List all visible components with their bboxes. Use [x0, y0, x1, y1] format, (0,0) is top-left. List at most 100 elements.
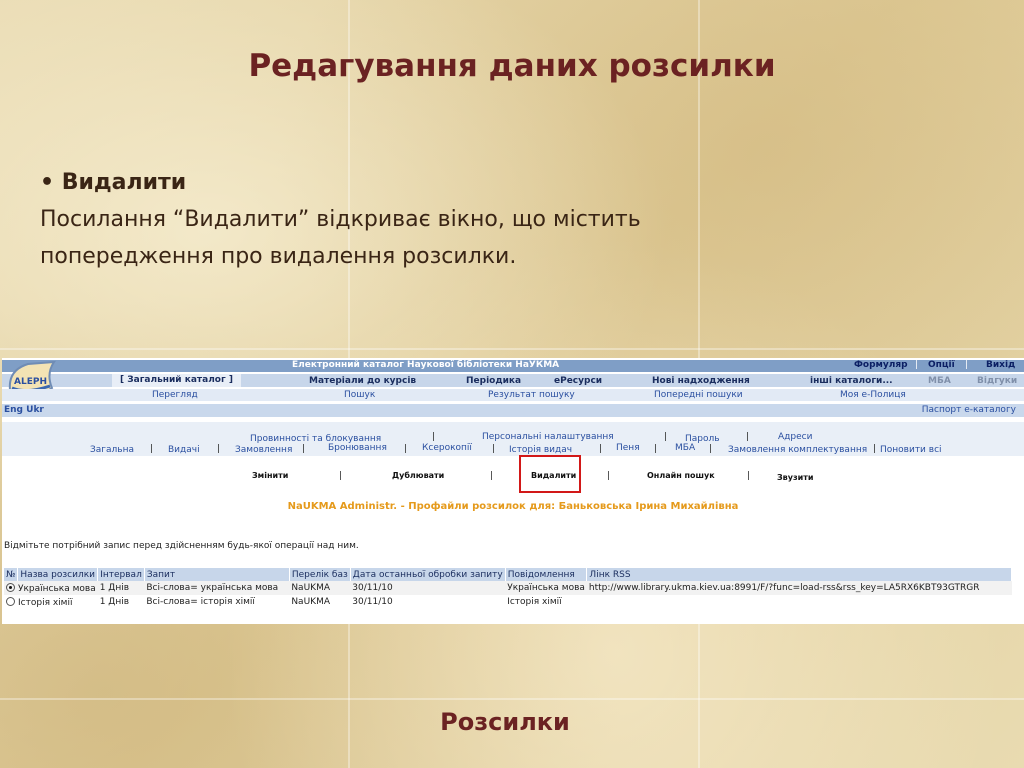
separator: | [432, 432, 436, 442]
row-radio-selected[interactable] [6, 583, 15, 592]
cell-interval: 1 Днів [97, 581, 145, 595]
col-header-name: Назва розсилки [17, 568, 99, 581]
tab-periodicals[interactable]: Періодика [466, 376, 521, 386]
sub-link-search[interactable]: Пошук [344, 390, 375, 400]
footer-title: Розсилки [440, 708, 570, 736]
menu-link-acquisition-orders[interactable]: Замовлення комплектування [728, 445, 867, 455]
tile-seam [0, 698, 1024, 700]
language-switch[interactable]: Eng Ukr [4, 405, 44, 415]
cell-message: Історія хімії [505, 595, 587, 609]
sub-link-browse[interactable]: Перегляд [152, 390, 198, 400]
row-radio[interactable] [6, 597, 15, 606]
tab-general-catalog[interactable]: [ Загальний каталог ] [112, 374, 241, 387]
edit-button[interactable]: Змінити [252, 471, 288, 480]
cell-query: Всі-слова= історія хімії [144, 595, 290, 609]
separator: | [217, 444, 221, 454]
cell-date: 30/11/10 [350, 581, 506, 595]
bullet-block: • Видалити Посилання “Видалити” відкрива… [40, 170, 940, 275]
menu-link-fines[interactable]: Пеня [616, 443, 640, 453]
menu-link-general[interactable]: Загальна [90, 445, 134, 455]
catalog-screenshot: Електронний каталог Наукової бібліотеки … [2, 358, 1024, 624]
separator: | [490, 471, 494, 481]
menu-link-loans[interactable]: Видачі [168, 445, 200, 455]
cell-name: Історія хімії [18, 598, 73, 608]
online-search-button[interactable]: Онлайн пошук [647, 471, 715, 480]
cell-date: 30/11/10 [350, 595, 506, 609]
separator: | [302, 444, 306, 454]
col-header-message: Повідомлення [505, 568, 588, 581]
cell-rss-link[interactable]: http://www.library.ukma.kiev.ua:8991/F/?… [586, 581, 1012, 595]
table-row[interactable]: Історія хімії 1 Днів Всі-слова= історія … [4, 595, 1012, 609]
menu-link-reservations[interactable]: Бронювання [328, 443, 387, 453]
menu-link-loan-history[interactable]: Історія видач [509, 445, 572, 455]
tab-feedback[interactable]: Відгуки [977, 376, 1017, 386]
separator: | [873, 444, 877, 454]
separator: | [965, 360, 969, 370]
separator: | [664, 432, 668, 442]
tile-seam [0, 348, 1024, 350]
col-header-interval: Інтервал [97, 568, 145, 581]
menu-link-addresses[interactable]: Адреси [778, 432, 812, 442]
bullet-text-line: попередження про видалення розсилки. [40, 244, 517, 269]
cell-interval: 1 Днів [97, 595, 145, 609]
bullet-marker: • [40, 170, 55, 195]
sub-nav-bar: Перегляд Пошук Результат пошуку Попередн… [2, 389, 1024, 401]
top-link-options[interactable]: Опції [928, 360, 955, 370]
instruction-text: Відмітьте потрібний запис перед здійснен… [4, 541, 359, 551]
col-header-query: Запит [144, 568, 290, 581]
profile-title: NaUKMA Administr. - Профайли розсилок дл… [287, 501, 739, 512]
menu-link-photocopies[interactable]: Ксерокопії [422, 443, 472, 453]
sdi-profiles-table: № Назва розсилки Інтервал Запит Перелік … [4, 568, 1013, 609]
cell-query: Всі-слова= українська мова [144, 581, 290, 595]
row-select-cell: Історія хімії [4, 595, 98, 609]
separator: | [404, 444, 408, 454]
separator: | [709, 444, 713, 454]
col-header-last-processed: Дата останньої обробки запиту [350, 568, 506, 581]
catalog-passport-link[interactable]: Паспорт е-каталогу [922, 405, 1016, 415]
bullet-heading-row: • Видалити [40, 170, 940, 195]
tab-mba[interactable]: МБА [928, 376, 951, 386]
cell-bases: NaUKMA [289, 595, 351, 609]
duplicate-button[interactable]: Дублювати [392, 471, 444, 480]
top-link-formular[interactable]: Формуляр [854, 360, 908, 370]
tab-other-catalogs[interactable]: інші каталоги... [810, 376, 893, 386]
menu-link-personal-settings[interactable]: Персональні налаштування [482, 432, 614, 442]
patron-menu: Провинності та блокування | Персональні … [2, 422, 1024, 456]
row-select-cell: Українська мова [4, 581, 98, 595]
delete-highlight-box [519, 455, 581, 493]
cell-name: Українська мова [18, 584, 96, 594]
table-row[interactable]: Українська мова 1 Днів Всі-слова= україн… [4, 581, 1012, 595]
slide-title: Редагування даних розсилки [248, 48, 776, 84]
separator: | [492, 444, 496, 454]
separator: | [607, 471, 611, 481]
tab-new-arrivals[interactable]: Нові надходження [652, 376, 750, 386]
separator: | [654, 444, 658, 454]
separator: | [599, 444, 603, 454]
col-header-bases: Перелік баз [289, 568, 351, 581]
language-bar: Eng Ukr Паспорт е-каталогу [2, 404, 1024, 417]
cell-bases: NaUKMA [289, 581, 351, 595]
bullet-heading: Видалити [61, 170, 187, 195]
top-link-exit[interactable]: Вихід [986, 360, 1015, 370]
window-title: Електронний каталог Наукової бібліотеки … [292, 360, 560, 370]
cell-rss-link[interactable] [586, 595, 1012, 609]
separator: | [746, 432, 750, 442]
tab-eresources[interactable]: еРесурси [554, 376, 602, 386]
tab-bar: [ Загальний каталог ] Матеріали до курсі… [2, 374, 1024, 387]
sub-link-search-results[interactable]: Результат пошуку [488, 390, 575, 400]
narrow-button[interactable]: Звузити [777, 473, 813, 482]
top-bar: Електронний каталог Наукової бібліотеки … [2, 360, 1024, 372]
separator: | [747, 471, 751, 481]
separator: | [339, 471, 343, 481]
menu-link-orders[interactable]: Замовлення [235, 445, 292, 455]
sub-link-my-eshelf[interactable]: Моя е-Полиця [840, 390, 906, 400]
table-header-row: № Назва розсилки Інтервал Запит Перелік … [4, 568, 1013, 581]
tab-course-materials[interactable]: Матеріали до курсів [309, 376, 416, 386]
separator: | [915, 360, 919, 370]
col-header-number: № [4, 568, 19, 581]
sub-link-previous-searches[interactable]: Попередні пошуки [654, 390, 743, 400]
cell-message: Українська мова [505, 581, 587, 595]
menu-link-renew-all[interactable]: Поновити всі [880, 445, 942, 455]
menu-link-mba[interactable]: МБА [675, 443, 695, 453]
col-header-rss: Лінк RSS [586, 568, 1013, 581]
